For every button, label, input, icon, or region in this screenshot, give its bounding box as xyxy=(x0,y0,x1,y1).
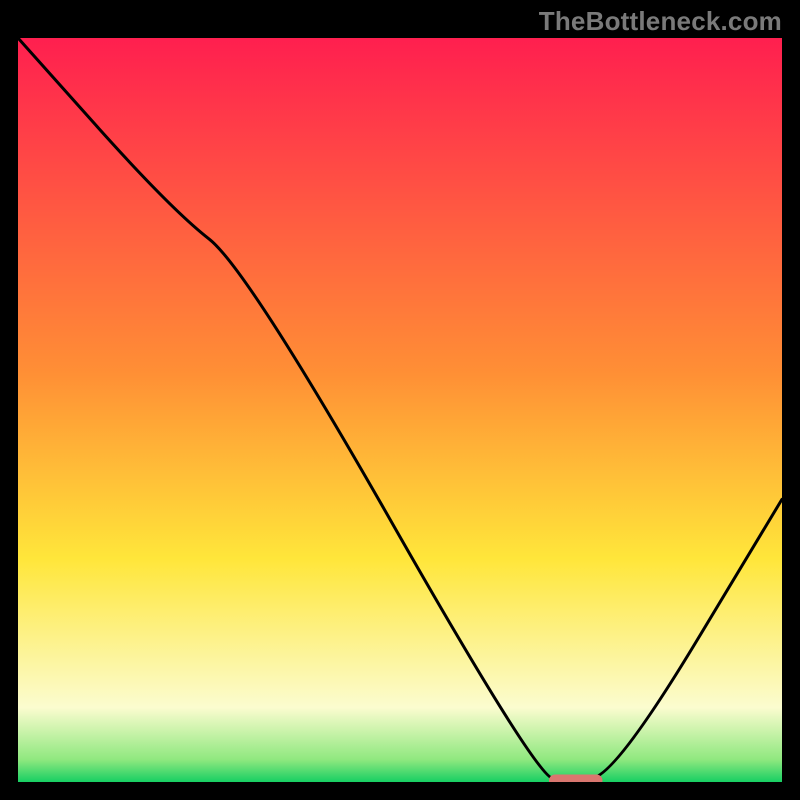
bottleneck-chart xyxy=(18,38,782,782)
watermark-text: TheBottleneck.com xyxy=(539,6,782,37)
optimum-marker xyxy=(549,775,602,782)
chart-background xyxy=(18,38,782,782)
chart-frame xyxy=(14,34,786,786)
